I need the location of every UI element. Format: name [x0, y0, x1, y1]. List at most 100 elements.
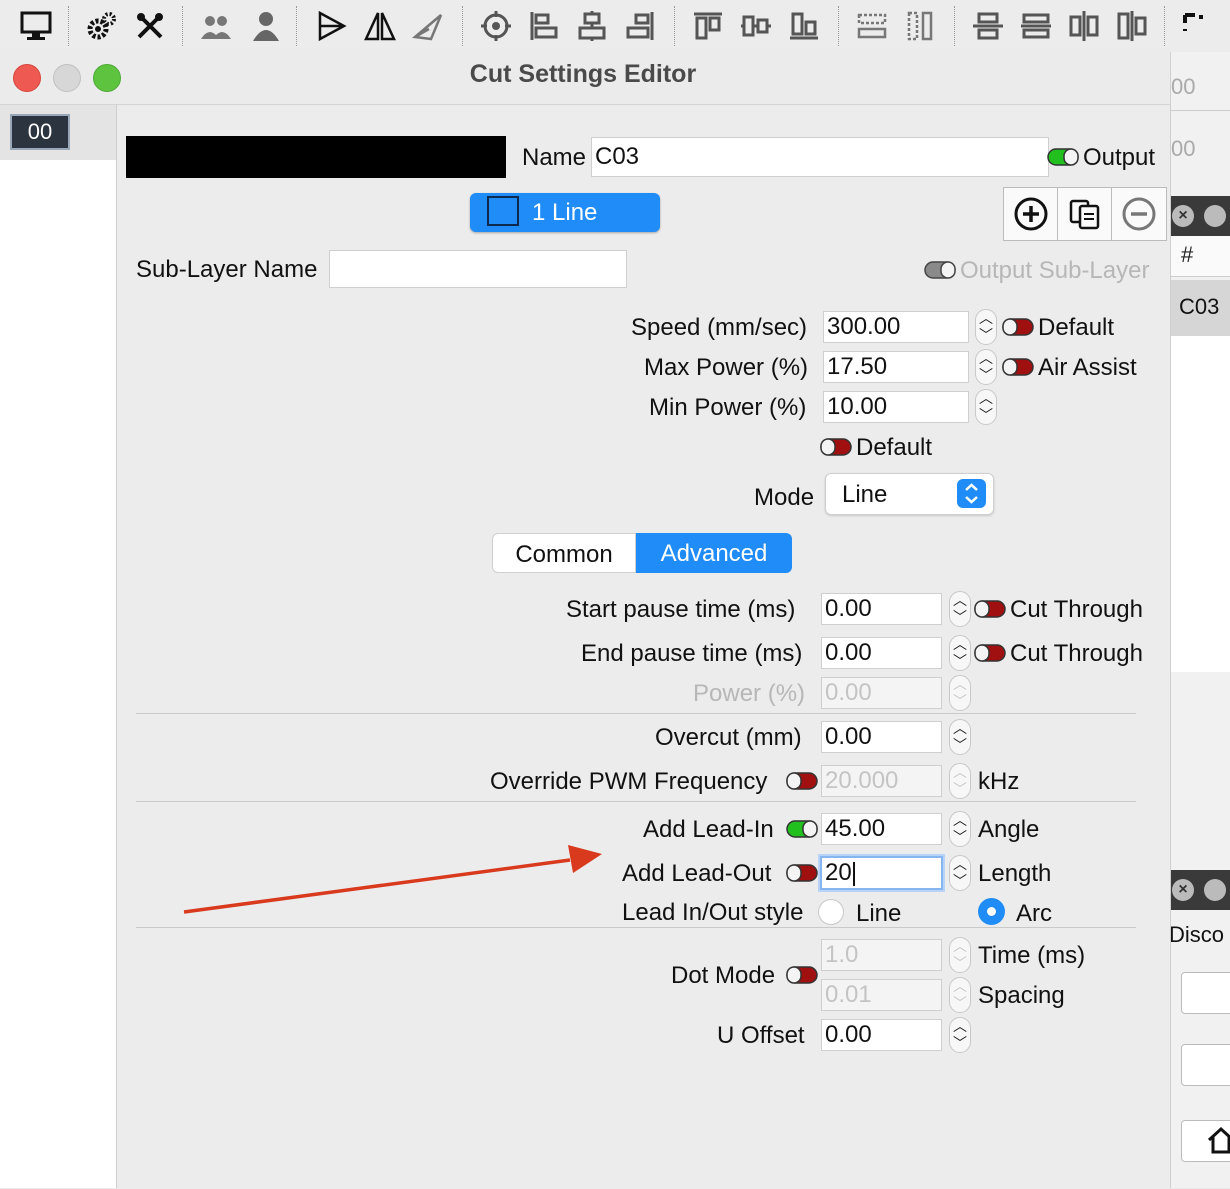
- restore-icon[interactable]: [1204, 879, 1226, 901]
- end-pause-stepper[interactable]: ︿ ﹀: [949, 635, 971, 671]
- lead-in-stepper[interactable]: ︿ ﹀: [949, 811, 971, 847]
- more-icon[interactable]: [1176, 6, 1216, 46]
- lead-style-arc-radio[interactable]: [978, 898, 1005, 925]
- align-middle-icon[interactable]: [736, 6, 776, 46]
- close-icon[interactable]: ×: [1172, 205, 1194, 227]
- lead-style-line-radio[interactable]: [818, 899, 844, 925]
- power-field[interactable]: 0.00: [821, 677, 942, 709]
- lead-in-toggle[interactable]: [786, 820, 818, 838]
- start-pause-label: Start pause time (ms): [566, 596, 796, 623]
- user-icon[interactable]: [246, 6, 286, 46]
- dot-time-stepper[interactable]: ︿ ﹀: [949, 937, 971, 973]
- end-pause-field[interactable]: 0.00: [821, 637, 942, 669]
- mode-select[interactable]: Line: [825, 473, 994, 515]
- min-power-field[interactable]: 10.00: [823, 391, 969, 423]
- sublayer-name-label: Sub-Layer Name: [136, 256, 318, 283]
- output-toggle[interactable]: [1047, 148, 1079, 166]
- speed-field[interactable]: 300.00: [823, 311, 969, 343]
- home-button[interactable]: [1181, 1120, 1230, 1162]
- lead-out-label: Add Lead-Out: [622, 860, 772, 887]
- divider: [136, 801, 1136, 802]
- tab-common-label: Common: [515, 541, 613, 568]
- tab-common[interactable]: Common: [492, 533, 636, 573]
- gears-icon[interactable]: [82, 6, 122, 46]
- device-button[interactable]: [1181, 972, 1230, 1014]
- speed-stepper[interactable]: ︿ ﹀: [975, 309, 997, 345]
- mirror-horizontal-icon[interactable]: [312, 6, 352, 46]
- u-offset-field[interactable]: 0.00: [821, 1019, 942, 1051]
- remove-sublayer-button[interactable]: [1111, 187, 1167, 241]
- distribute-v-icon[interactable]: [900, 6, 940, 46]
- layer-chip[interactable]: 00: [10, 114, 70, 150]
- align-center-icon[interactable]: [572, 6, 612, 46]
- max-power-field[interactable]: 17.50: [823, 351, 969, 383]
- align-bottom-icon[interactable]: [784, 6, 824, 46]
- dot-spacing-field[interactable]: 0.01: [821, 979, 942, 1011]
- pwm-toggle[interactable]: [786, 772, 818, 790]
- copy-icon: [1069, 199, 1100, 230]
- center-v-icon[interactable]: [1064, 6, 1104, 46]
- dot-mode-toggle[interactable]: [786, 966, 818, 984]
- lead-out-field[interactable]: 20: [820, 856, 943, 890]
- lead-in-label: Add Lead-In: [643, 816, 774, 843]
- align-top-icon[interactable]: [688, 6, 728, 46]
- u-offset-stepper[interactable]: ︿ ﹀: [949, 1017, 971, 1053]
- overcut-field[interactable]: 0.00: [821, 721, 942, 753]
- sublayer-button[interactable]: 1 Line: [470, 193, 660, 232]
- dot-spacing-stepper[interactable]: ︿ ﹀: [949, 977, 971, 1013]
- mirror-vertical-icon[interactable]: [360, 6, 400, 46]
- power-stepper[interactable]: ︿ ﹀: [949, 675, 971, 711]
- dot-time-field[interactable]: 1.0: [821, 939, 942, 971]
- column-header: #: [1181, 242, 1194, 267]
- pwm-unit: kHz: [978, 768, 1020, 795]
- align-left-icon[interactable]: [524, 6, 564, 46]
- rotate-icon[interactable]: [408, 6, 448, 46]
- tab-advanced[interactable]: Advanced: [636, 533, 792, 573]
- min-power-stepper[interactable]: ︿ ﹀: [975, 389, 997, 425]
- min-power-label: Min Power (%): [649, 394, 807, 421]
- space-v-icon[interactable]: [1016, 6, 1056, 46]
- close-icon[interactable]: ×: [1172, 879, 1194, 901]
- restore-icon[interactable]: [1204, 205, 1226, 227]
- monitor-icon[interactable]: [16, 6, 56, 46]
- start-cut-through-label: Cut Through: [1010, 596, 1143, 623]
- add-sublayer-button[interactable]: [1003, 187, 1059, 241]
- device-button[interactable]: [1181, 1044, 1230, 1086]
- center-h-icon[interactable]: [1112, 6, 1152, 46]
- speed-default-toggle[interactable]: [1002, 318, 1034, 336]
- overcut-stepper[interactable]: ︿ ﹀: [949, 719, 971, 755]
- power-default-toggle[interactable]: [820, 438, 852, 456]
- lead-out-stepper[interactable]: ︿ ﹀: [949, 855, 971, 891]
- u-offset-label: U Offset: [717, 1022, 805, 1049]
- air-assist-toggle[interactable]: [1002, 358, 1034, 376]
- users-icon[interactable]: [196, 6, 236, 46]
- max-power-stepper[interactable]: ︿ ﹀: [975, 349, 997, 385]
- speed-label: Speed (mm/sec): [631, 314, 808, 341]
- lead-style-arc-label: Arc: [1016, 900, 1052, 927]
- dot-time-unit: Time (ms): [978, 942, 1086, 969]
- row-value: C03: [1179, 294, 1220, 319]
- pwm-field[interactable]: 20.000: [821, 765, 942, 797]
- target-icon[interactable]: [476, 6, 516, 46]
- lead-out-toggle[interactable]: [786, 864, 818, 882]
- tools-icon[interactable]: [130, 6, 170, 46]
- distribute-h-icon[interactable]: [852, 6, 892, 46]
- end-pause-label: End pause time (ms): [581, 640, 803, 667]
- right-value-1: 00: [1171, 74, 1196, 99]
- output-sublayer-toggle[interactable]: [924, 261, 956, 279]
- start-pause-field[interactable]: 0.00: [821, 593, 942, 625]
- chevron-updown-icon: [957, 479, 986, 508]
- name-field[interactable]: C03: [591, 137, 1049, 177]
- layer-color-swatch[interactable]: [126, 136, 506, 178]
- sublayer-color-icon: [487, 196, 519, 226]
- sublayer-name-field[interactable]: [329, 250, 627, 288]
- copy-sublayer-button[interactable]: [1057, 187, 1113, 241]
- align-right-icon[interactable]: [620, 6, 660, 46]
- lead-in-field[interactable]: 45.00: [821, 813, 942, 845]
- start-cut-through-toggle[interactable]: [974, 600, 1006, 618]
- space-h-icon[interactable]: [968, 6, 1008, 46]
- text-caret: [852, 861, 855, 886]
- start-pause-stepper[interactable]: ︿ ﹀: [949, 591, 971, 627]
- end-cut-through-toggle[interactable]: [974, 644, 1006, 662]
- pwm-stepper[interactable]: ︿ ﹀: [949, 763, 971, 799]
